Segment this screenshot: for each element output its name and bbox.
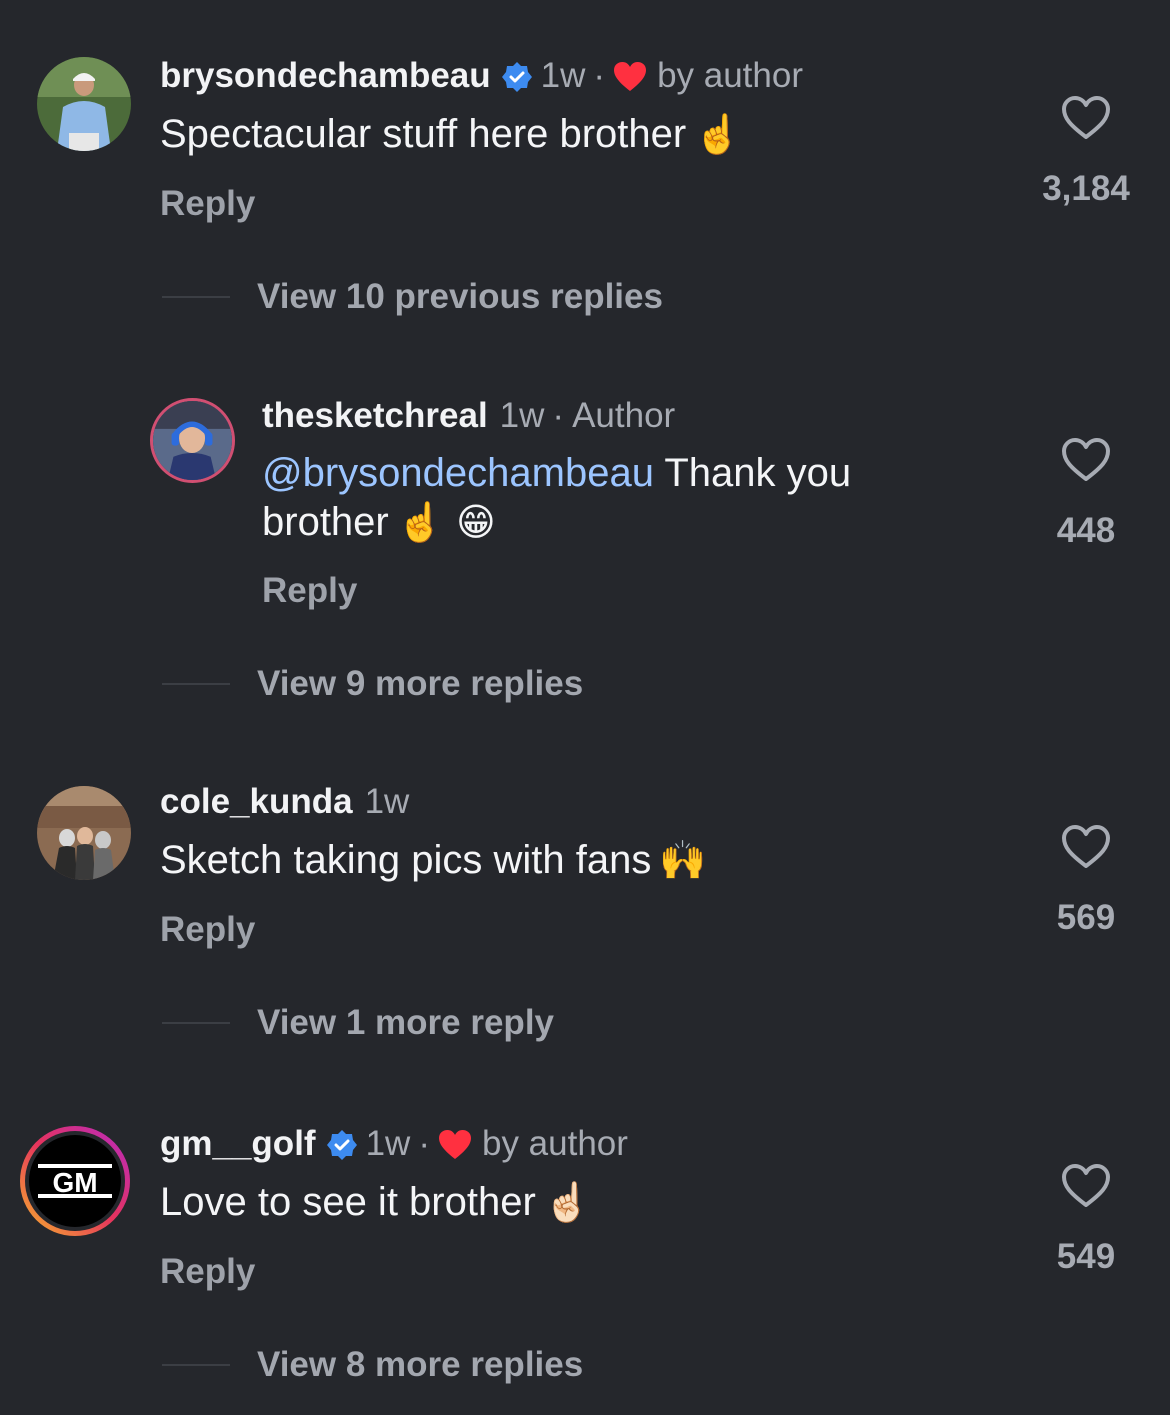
red-heart-icon	[613, 60, 647, 92]
avatar[interactable]	[37, 786, 131, 880]
view-replies-button[interactable]: View 9 more replies	[162, 662, 583, 706]
mention-link[interactable]: @brysondechambeau	[262, 451, 654, 495]
avatar[interactable]	[150, 398, 235, 483]
username[interactable]: cole_kunda	[160, 780, 353, 824]
username[interactable]: gm__golf	[160, 1122, 316, 1166]
heart-outline-icon[interactable]	[1060, 824, 1112, 870]
view-replies-button[interactable]: View 8 more replies	[162, 1343, 583, 1387]
separator-dot: ·	[593, 56, 606, 95]
emoji: ☝️	[694, 112, 742, 156]
reply-button[interactable]: Reply	[262, 569, 357, 613]
divider-line	[162, 296, 230, 298]
like-control: 569	[1031, 824, 1141, 940]
verified-badge-icon	[326, 1128, 358, 1160]
verified-badge-icon	[501, 60, 533, 92]
comment-text: Spectacular stuff here brother ☝️	[160, 112, 742, 156]
like-count: 448	[1056, 511, 1116, 550]
comment-text: Sketch taking pics with fans 🙌	[160, 838, 707, 882]
view-replies-button[interactable]: View 1 more reply	[162, 1001, 554, 1045]
username[interactable]: thesketchreal	[262, 394, 488, 438]
comment-text: Love to see it brother ☝🏻	[160, 1180, 592, 1224]
gm-logo-text: GM	[52, 1167, 97, 1198]
reply-button[interactable]: Reply	[160, 908, 255, 952]
like-control: 448	[1031, 437, 1141, 553]
reply-button[interactable]: Reply	[160, 1250, 255, 1294]
author-label: Author	[572, 396, 676, 435]
emoji: ☝🏻	[543, 1180, 592, 1224]
heart-outline-icon[interactable]	[1060, 1163, 1112, 1209]
divider-line	[162, 1022, 230, 1024]
comments-thread: brysondechambeau 1w · by author Spectacu…	[0, 0, 1170, 1415]
timestamp: 1w	[364, 782, 410, 821]
divider-line	[162, 1364, 230, 1366]
timestamp: 1w	[499, 396, 545, 435]
separator-dot: ·	[552, 396, 565, 435]
like-count: 549	[1056, 1237, 1116, 1276]
like-count: 569	[1056, 898, 1116, 937]
like-control: 3,184	[1031, 95, 1141, 211]
reply-button[interactable]: Reply	[160, 182, 255, 226]
view-replies-button[interactable]: View 10 previous replies	[162, 275, 663, 319]
like-control: 549	[1031, 1163, 1141, 1279]
like-count: 3,184	[1042, 169, 1130, 208]
avatar[interactable]	[37, 57, 131, 151]
username[interactable]: brysondechambeau	[160, 54, 491, 98]
timestamp: 1w	[540, 56, 586, 95]
heart-outline-icon[interactable]	[1060, 95, 1112, 141]
red-heart-icon	[438, 1128, 472, 1160]
heart-outline-icon[interactable]	[1060, 437, 1112, 483]
timestamp: 1w	[365, 1124, 411, 1163]
liked-by-author-label: by author	[481, 1124, 628, 1163]
emoji: ☝️ 😁	[396, 500, 496, 544]
emoji: 🙌	[659, 838, 707, 882]
divider-line	[162, 683, 230, 685]
comment-text: @brysondechambeau Thank you brother ☝️ 😁	[262, 451, 852, 544]
separator-dot: ·	[418, 1124, 430, 1163]
avatar[interactable]: GM	[18, 1124, 132, 1238]
liked-by-author-label: by author	[657, 56, 803, 95]
